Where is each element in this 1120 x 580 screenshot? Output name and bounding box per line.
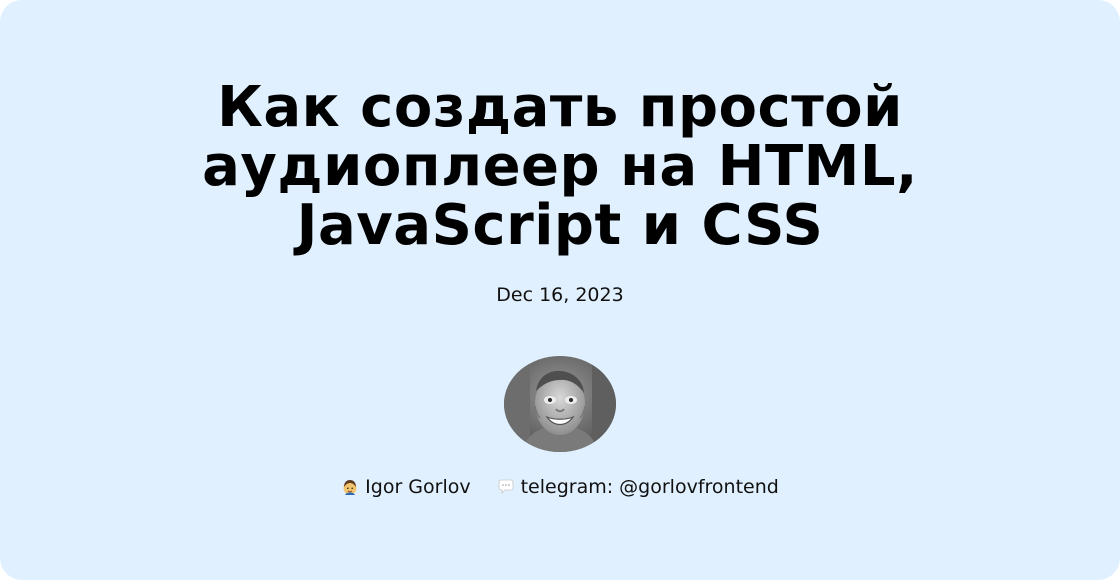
post-title-line-1: Как создать простой	[217, 75, 903, 140]
post-title-line-2: аудиоплеер на HTML,	[202, 134, 918, 199]
author-name-item: Igor Gorlov	[341, 476, 471, 498]
author-meta: Igor Gorlov telegram: @gorlovfrontend	[0, 474, 1120, 500]
author-name: Igor Gorlov	[365, 476, 471, 498]
post-title-line-3: JavaScript и CSS	[296, 193, 824, 258]
avatar	[504, 356, 616, 452]
man-emoji-icon	[341, 478, 359, 496]
author-photo-icon	[504, 356, 616, 452]
post-title: Как создать простой аудиоплеер на HTML, …	[110, 78, 1010, 255]
contact-item: telegram: @gorlovfrontend	[497, 476, 779, 498]
social-preview-card: Как создать простой аудиоплеер на HTML, …	[0, 0, 1120, 580]
telegram-contact: telegram: @gorlovfrontend	[520, 476, 779, 498]
speech-bubble-icon	[497, 478, 515, 496]
post-date: Dec 16, 2023	[496, 284, 624, 306]
